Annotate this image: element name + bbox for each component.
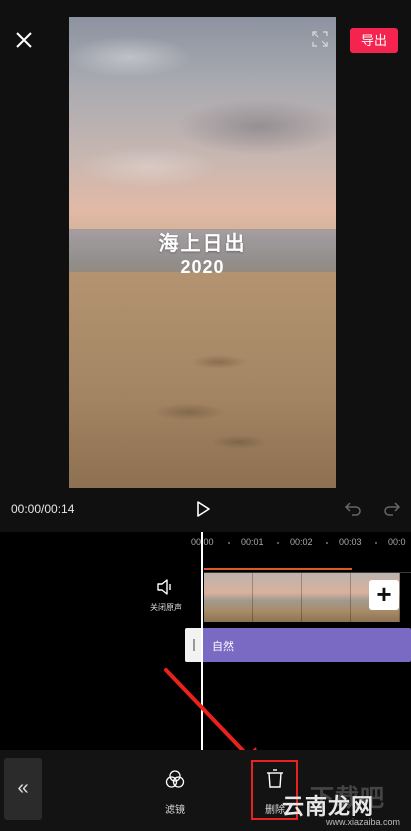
ruler-dot <box>326 542 328 544</box>
filter-tool-label: 滤镜 <box>165 805 185 816</box>
video-title-text: 海上日出 <box>158 233 247 255</box>
watermark-url: www.xiazaiba.com <box>326 817 401 827</box>
video-year-text: 2020 <box>180 257 225 277</box>
play-icon <box>197 501 210 517</box>
speaker-icon <box>157 579 171 595</box>
redo-button[interactable] <box>383 501 401 517</box>
play-button[interactable] <box>194 500 212 518</box>
fullscreen-icon <box>312 31 328 47</box>
filter-track-label: 自然 <box>212 641 234 653</box>
video-sky <box>69 17 336 227</box>
clip-duration-line <box>204 568 352 570</box>
ruler-tick: 00:02 <box>290 537 313 547</box>
mute-original-button[interactable]: 关闭原声 <box>146 576 186 616</box>
ruler-dot <box>277 542 279 544</box>
handle-grip <box>193 639 195 651</box>
time-readout: 00:00/00:14 <box>11 502 75 516</box>
undo-button[interactable] <box>344 501 362 517</box>
ruler-dot <box>375 542 377 544</box>
clip-thumbnail <box>204 573 253 622</box>
video-sand <box>69 272 336 488</box>
filter-tool-button[interactable]: 滤镜 <box>155 768 195 816</box>
ruler-tick: 00:01 <box>241 537 264 547</box>
ruler-tick: 00:0 <box>388 537 406 547</box>
ruler-dot <box>228 542 230 544</box>
add-clip-button[interactable]: + <box>369 580 399 610</box>
ruler-tick: 00:03 <box>339 537 362 547</box>
clip-thumbnail <box>302 573 351 622</box>
close-button[interactable] <box>12 28 36 52</box>
plus-icon: + <box>376 579 392 609</box>
clip-thumbnail <box>253 573 302 622</box>
back-button[interactable]: « <box>4 758 42 820</box>
redo-icon <box>384 502 401 516</box>
close-icon <box>16 32 32 48</box>
video-preview[interactable]: 海上日出 2020 <box>69 17 336 488</box>
export-button[interactable]: 导出 <box>350 28 398 53</box>
undo-icon <box>344 502 361 516</box>
preview-area: 导出 海上日出 2020 00:00/00:14 <box>0 0 411 532</box>
fullscreen-button[interactable] <box>312 31 328 47</box>
mute-original-label: 关闭原声 <box>150 603 182 612</box>
bottom-toolbar: « 滤镜 删除 下载吧 云南龙网 www.xiazaiba.com <box>0 750 411 831</box>
filter-icon <box>165 770 185 788</box>
filter-track[interactable]: 自然 <box>185 628 411 662</box>
double-chevron-left-icon: « <box>17 777 29 799</box>
